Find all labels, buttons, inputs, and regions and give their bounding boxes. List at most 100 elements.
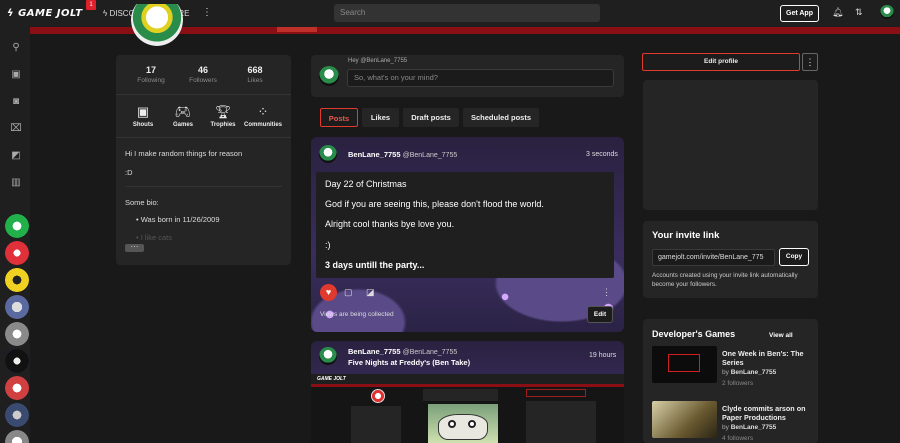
- post-time[interactable]: 3 seconds: [586, 151, 618, 158]
- stat-label: Following: [137, 77, 165, 84]
- composer-greeting: Hey @BenLane_7755: [348, 58, 408, 64]
- profile-avatar: [131, 4, 183, 46]
- community-avatar[interactable]: [5, 295, 29, 319]
- post-more-icon[interactable]: ⋮: [602, 287, 611, 298]
- library-icon[interactable]: ▥: [10, 177, 22, 189]
- screenshot-button: [526, 389, 586, 397]
- logo-mark-icon: ϟ: [7, 8, 15, 19]
- game-author-name: BenLane_7755: [730, 369, 777, 376]
- invite-link-field[interactable]: gamejolt.com/invite/BenLane_775: [652, 249, 775, 266]
- game-thumbnail[interactable]: [652, 401, 717, 438]
- divider: [116, 94, 291, 95]
- home-icon[interactable]: ⚲: [10, 42, 22, 54]
- composer-avatar: [319, 66, 339, 86]
- bio-line: Some bio:: [125, 198, 159, 207]
- tab-posts[interactable]: Posts: [320, 108, 358, 127]
- screenshot-card: [423, 389, 498, 401]
- invite-title: Your invite link: [652, 230, 720, 241]
- post-author[interactable]: BenLane_7755 @BenLane_7755: [348, 150, 457, 159]
- game-author[interactable]: by BenLane_7755: [722, 369, 776, 376]
- tab-likes[interactable]: Likes: [362, 108, 399, 127]
- game-title[interactable]: Clyde commits arson on Paper Productions: [722, 404, 814, 422]
- more-menu-icon[interactable]: ⋮: [202, 7, 212, 18]
- content-line: Day 22 of Christmas: [325, 179, 407, 189]
- dev-games-title: Developer's Games: [652, 329, 736, 339]
- store-icon[interactable]: ▣: [10, 69, 22, 81]
- post-author-handle: @BenLane_7755: [402, 152, 458, 159]
- bio-line: :D: [125, 168, 133, 177]
- copy-button[interactable]: Copy: [779, 248, 809, 266]
- get-app-button[interactable]: Get App: [780, 5, 819, 22]
- post-author-handle: @BenLane_7755: [402, 349, 458, 356]
- content-line: :): [325, 240, 331, 250]
- stat-label: Likes: [247, 77, 263, 84]
- divider: [125, 186, 282, 187]
- community-avatar[interactable]: [5, 241, 29, 265]
- screenshot-card: [526, 401, 596, 443]
- expand-bio-button[interactable]: ⋯: [125, 243, 144, 252]
- stat-following[interactable]: 17 Following: [126, 65, 176, 84]
- composer-input[interactable]: So, what's on your mind?: [347, 69, 614, 87]
- content-line: God if you are seeing this, please don't…: [325, 199, 544, 209]
- post-author-name: BenLane_7755: [348, 347, 401, 356]
- content-line: 3 days untill the party...: [325, 260, 425, 270]
- content-line: Alright cool thanks bye love you.: [325, 219, 455, 229]
- tab-scheduled-posts[interactable]: Scheduled posts: [463, 108, 539, 127]
- community-avatar[interactable]: [5, 430, 29, 443]
- screenshot-banner: [311, 384, 624, 387]
- community-avatar[interactable]: [5, 403, 29, 427]
- stat-number: 17: [145, 65, 156, 75]
- divider: [116, 137, 291, 138]
- post-author-name: BenLane_7755: [348, 150, 401, 159]
- post-author[interactable]: BenLane_7755 @BenLane_7755: [348, 347, 457, 356]
- backpack-icon[interactable]: ◙: [10, 96, 22, 108]
- profile-more-icon[interactable]: ⋮: [802, 53, 818, 71]
- game-thumbnail[interactable]: [652, 346, 717, 383]
- communities-icon: ⁘: [257, 104, 269, 119]
- thumbnail-art: [668, 354, 700, 372]
- game-author[interactable]: by BenLane_7755: [722, 424, 776, 431]
- stat-likes[interactable]: 668 Likes: [230, 65, 280, 84]
- community-avatar[interactable]: [5, 376, 29, 400]
- post-time[interactable]: 19 hours: [589, 352, 616, 359]
- shortcut-communities[interactable]: ⁘ Communities: [238, 104, 288, 128]
- view-all-link[interactable]: View all: [769, 332, 793, 339]
- bio-bullet-text: I like cats: [140, 233, 172, 242]
- game-author-prefix: by: [722, 424, 729, 431]
- comment-icon[interactable]: ▢: [344, 287, 353, 298]
- cart-icon[interactable]: ⌧: [10, 123, 22, 135]
- stat-followers[interactable]: 46 Followers: [178, 65, 228, 84]
- bio-bullet-text: Was born in 11/26/2009: [140, 215, 220, 224]
- post-avatar[interactable]: [319, 347, 337, 365]
- ad-placeholder: [643, 80, 818, 210]
- screenshot-card: [351, 406, 401, 443]
- community-avatar[interactable]: [5, 268, 29, 292]
- stat-label: Followers: [189, 77, 217, 84]
- tab-draft-posts[interactable]: Draft posts: [403, 108, 459, 127]
- realm-icon[interactable]: ◩: [10, 150, 22, 162]
- community-avatar[interactable]: [5, 322, 29, 346]
- like-button[interactable]: ♥: [320, 284, 337, 301]
- banner-badges: [277, 27, 317, 32]
- stat-number: 668: [247, 65, 263, 75]
- user-avatar[interactable]: [880, 5, 894, 19]
- community-avatar[interactable]: [5, 349, 29, 373]
- edit-post-button[interactable]: Edit: [587, 306, 613, 323]
- bell-icon[interactable]: 🔔︎: [832, 7, 843, 18]
- game-title[interactable]: One Week in Ben's: The Series: [722, 349, 814, 367]
- bio-bullet: • Was born in 11/26/2009: [136, 215, 220, 224]
- game-followers: 4 followers: [722, 435, 754, 442]
- post-screenshot[interactable]: GAME JOLT: [311, 374, 624, 443]
- views-status: Views are being collected: [320, 311, 394, 318]
- invite-note: Accounts created using your invite link …: [652, 272, 798, 288]
- post-avatar[interactable]: [319, 145, 337, 163]
- screenshot-eye: [468, 420, 476, 428]
- sticker-icon[interactable]: ◪: [366, 287, 375, 298]
- notification-badge[interactable]: 1: [86, 0, 96, 10]
- activity-icon[interactable]: ⇅: [855, 7, 863, 18]
- gamejolt-logo[interactable]: ϟ GAME JOLT: [7, 8, 83, 19]
- edit-profile-button[interactable]: Edit profile: [642, 53, 800, 71]
- community-avatar[interactable]: [5, 214, 29, 238]
- search-input[interactable]: Search: [334, 4, 600, 22]
- screenshot-logo: GAME JOLT: [317, 376, 346, 382]
